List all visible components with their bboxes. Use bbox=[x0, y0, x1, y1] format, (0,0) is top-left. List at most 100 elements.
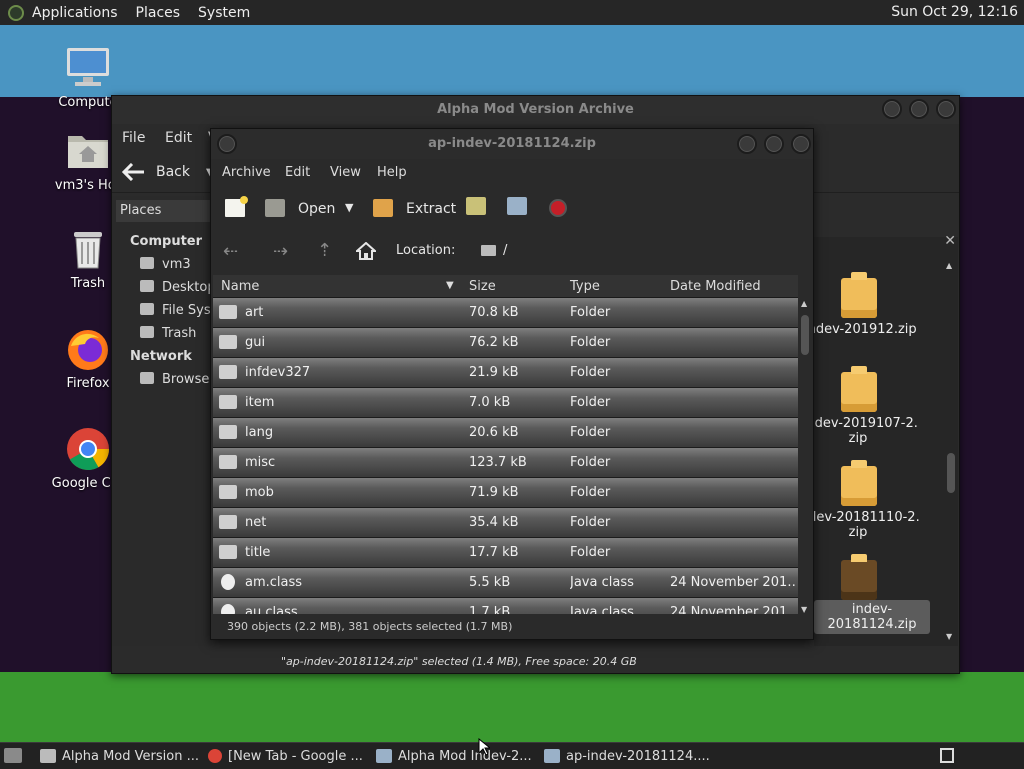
cell-type: Folder bbox=[570, 485, 611, 500]
scrollbar-thumb[interactable] bbox=[947, 453, 955, 493]
java-class-icon bbox=[221, 604, 235, 614]
table-row[interactable]: mob 71.9 kB Folder bbox=[213, 478, 798, 508]
minimize-button[interactable] bbox=[882, 99, 902, 119]
show-desktop-icon[interactable] bbox=[4, 748, 22, 763]
file-list-scrollbar[interactable]: ▲ ▼ bbox=[799, 299, 811, 614]
workspace-switcher-icon[interactable] bbox=[940, 748, 954, 763]
taskbar-item[interactable]: Alpha Mod Version ... bbox=[40, 746, 199, 766]
file-label-selected[interactable]: indev-20181124.zip bbox=[814, 600, 930, 634]
up-arrow-icon[interactable]: ⇡ bbox=[317, 240, 332, 261]
sidebar-item-vm3[interactable]: vm3 bbox=[140, 257, 212, 272]
back-arrow-icon bbox=[122, 163, 144, 181]
scroll-up-icon[interactable]: ▲ bbox=[946, 261, 952, 270]
maximize-button[interactable] bbox=[909, 99, 929, 119]
new-archive-icon[interactable] bbox=[225, 196, 248, 217]
cell-size: 1.7 kB bbox=[469, 605, 511, 614]
window-menu-button[interactable] bbox=[217, 134, 237, 154]
table-row[interactable]: item 7.0 kB Folder bbox=[213, 388, 798, 418]
home-folder-icon bbox=[65, 128, 111, 174]
system-menu[interactable]: System bbox=[198, 5, 250, 21]
folder-icon bbox=[481, 245, 496, 256]
open-label[interactable]: Open bbox=[298, 201, 335, 217]
window-title[interactable]: ap-indev-20181124.zip bbox=[211, 129, 813, 159]
sidebar-heading-network: Network bbox=[130, 349, 192, 364]
column-type[interactable]: Type bbox=[570, 279, 600, 294]
menu-edit[interactable]: Edit bbox=[165, 130, 192, 146]
close-button[interactable] bbox=[791, 134, 811, 154]
forward-arrow-icon[interactable]: ⇢ bbox=[273, 241, 288, 262]
maximize-button[interactable] bbox=[764, 134, 784, 154]
window-title[interactable]: Alpha Mod Version Archive bbox=[112, 96, 959, 124]
menu-edit[interactable]: Edit bbox=[285, 165, 310, 180]
cell-name: gui bbox=[245, 335, 266, 350]
taskbar-item[interactable]: ap-indev-20181124.... bbox=[544, 746, 710, 766]
wallpaper-sky bbox=[0, 25, 1024, 97]
add-folder-icon[interactable] bbox=[507, 197, 527, 215]
sidebar-item-trash[interactable]: Trash bbox=[140, 326, 212, 341]
column-date[interactable]: Date Modified bbox=[670, 279, 761, 294]
cell-size: 76.2 kB bbox=[469, 335, 519, 350]
scroll-down-icon[interactable]: ▼ bbox=[801, 605, 807, 614]
column-header: Name ▼ Size Type Date Modified bbox=[213, 275, 798, 298]
cell-name: infdev327 bbox=[245, 365, 311, 380]
menu-file[interactable]: File bbox=[122, 130, 145, 146]
folder-icon bbox=[219, 545, 237, 559]
sidebar-item-desktop[interactable]: Desktop bbox=[140, 280, 212, 295]
distro-logo-icon[interactable] bbox=[8, 4, 24, 21]
table-row[interactable]: misc 123.7 kB Folder bbox=[213, 448, 798, 478]
close-pane-icon[interactable]: ✕ bbox=[944, 233, 956, 249]
zip-file-icon[interactable] bbox=[841, 366, 877, 412]
chrome-icon bbox=[65, 426, 111, 472]
cell-name: misc bbox=[245, 455, 276, 470]
table-row[interactable]: infdev327 21.9 kB Folder bbox=[213, 358, 798, 388]
minimize-button[interactable] bbox=[737, 134, 757, 154]
cell-name: am.class bbox=[245, 575, 303, 590]
file-view-scrollbar[interactable]: ▲ ▼ bbox=[946, 261, 956, 641]
trash-icon bbox=[140, 326, 154, 338]
extract-label[interactable]: Extract bbox=[406, 201, 456, 217]
sort-descending-icon[interactable]: ▼ bbox=[446, 280, 454, 291]
table-row[interactable]: art 70.8 kB Folder bbox=[213, 298, 798, 328]
back-button[interactable]: Back ▼ bbox=[122, 163, 214, 181]
clock[interactable]: Sun Oct 29, 12:16 bbox=[891, 4, 1018, 20]
applications-menu[interactable]: Applications bbox=[32, 5, 118, 21]
taskbar-item[interactable]: [New Tab - Google ... bbox=[208, 746, 363, 766]
zip-file-icon[interactable] bbox=[841, 272, 877, 318]
column-name[interactable]: Name bbox=[221, 279, 259, 294]
table-row[interactable]: title 17.7 kB Folder bbox=[213, 538, 798, 568]
table-row[interactable]: lang 20.6 kB Folder bbox=[213, 418, 798, 448]
table-row[interactable]: au.class 1.7 kB Java class 24 November 201… bbox=[213, 598, 798, 614]
back-arrow-icon[interactable]: ⇠ bbox=[223, 241, 238, 262]
cell-name: lang bbox=[245, 425, 274, 440]
location-path[interactable]: / bbox=[503, 243, 507, 258]
cell-size: 71.9 kB bbox=[469, 485, 519, 500]
open-folder-icon[interactable] bbox=[265, 199, 285, 217]
places-selector[interactable]: Places bbox=[116, 200, 212, 222]
open-dropdown-icon[interactable]: ▼ bbox=[345, 201, 353, 214]
scrollbar-thumb[interactable] bbox=[801, 315, 809, 355]
menu-help[interactable]: Help bbox=[377, 165, 407, 180]
menu-archive[interactable]: Archive bbox=[222, 165, 271, 180]
table-row[interactable]: net 35.4 kB Folder bbox=[213, 508, 798, 538]
extract-icon[interactable] bbox=[373, 199, 393, 217]
menu-view[interactable]: View bbox=[330, 165, 361, 180]
sidebar-item-browse-network[interactable]: Browse N bbox=[140, 372, 212, 387]
table-row[interactable]: gui 76.2 kB Folder bbox=[213, 328, 798, 358]
scroll-down-icon[interactable]: ▼ bbox=[946, 632, 952, 641]
add-files-icon[interactable] bbox=[466, 197, 486, 215]
zip-file-icon-selected[interactable] bbox=[841, 554, 877, 600]
stop-icon[interactable] bbox=[549, 199, 567, 217]
scroll-up-icon[interactable]: ▲ bbox=[801, 299, 807, 308]
home-icon[interactable] bbox=[356, 242, 376, 260]
cell-type: Folder bbox=[570, 425, 611, 440]
close-button[interactable] bbox=[936, 99, 956, 119]
archive-icon bbox=[376, 749, 392, 763]
zip-file-icon[interactable] bbox=[841, 460, 877, 506]
folder-icon bbox=[219, 305, 237, 319]
places-menu[interactable]: Places bbox=[136, 5, 181, 21]
table-row[interactable]: am.class 5.5 kB Java class 24 November 201… bbox=[213, 568, 798, 598]
taskbar-item[interactable]: Alpha Mod Indev-2... bbox=[376, 746, 532, 766]
column-size[interactable]: Size bbox=[469, 279, 496, 294]
sidebar-item-filesystem[interactable]: File Syst bbox=[140, 303, 212, 318]
folder-icon bbox=[219, 365, 237, 379]
